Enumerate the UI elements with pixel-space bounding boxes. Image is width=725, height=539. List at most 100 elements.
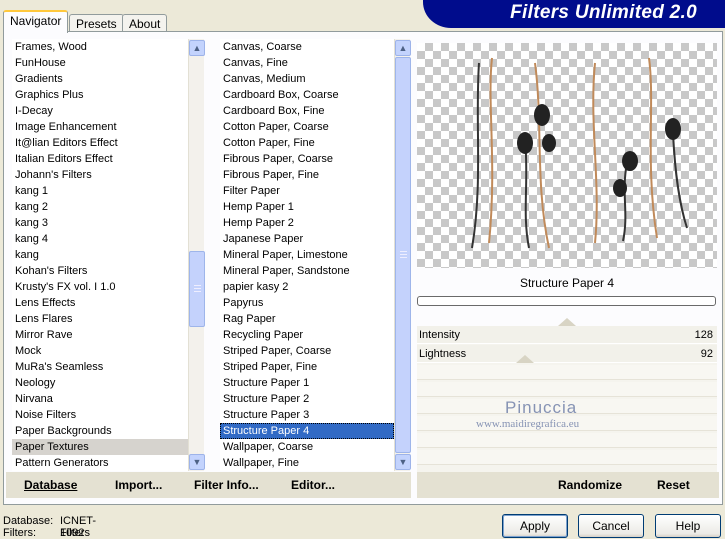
scroll-thumb[interactable] <box>189 251 205 327</box>
scroll-down-button[interactable]: ▼ <box>189 454 205 470</box>
filter-list[interactable]: Canvas, Coarse Canvas, Fine Canvas, Medium… <box>220 39 394 471</box>
list-item[interactable]: kang 4 <box>12 231 188 247</box>
list-item[interactable]: Paper Backgrounds <box>12 423 188 439</box>
list-item[interactable]: Structure Paper 4 <box>220 423 394 439</box>
list-item[interactable]: Structure Paper 1 <box>220 375 394 391</box>
list-item[interactable]: MuRa's Seamless <box>12 359 188 375</box>
database-label: Database: <box>3 515 54 527</box>
filters-status: Filters: 1092 <box>3 527 84 539</box>
list-item[interactable]: Wallpaper, Fine <box>220 455 394 471</box>
list-item[interactable]: Neology <box>12 375 188 391</box>
list-item[interactable]: Graphics Plus <box>12 87 188 103</box>
list-item[interactable]: Cotton Paper, Fine <box>220 135 394 151</box>
filter-info-button[interactable]: Filter Info... <box>194 478 259 492</box>
param-row-lightness[interactable]: Lightness 92 <box>417 345 717 363</box>
list-item[interactable]: Recycling Paper <box>220 327 394 343</box>
param-row-intensity[interactable]: Intensity 128 <box>417 326 717 344</box>
list-item[interactable]: Noise Filters <box>12 407 188 423</box>
list-item[interactable]: Pattern Generators <box>12 455 188 471</box>
cancel-button[interactable]: Cancel <box>578 514 644 538</box>
list-item[interactable]: Frames, Wood <box>12 39 188 55</box>
list-item[interactable]: Kohan's Filters <box>12 263 188 279</box>
param-label: Lightness <box>419 348 467 360</box>
list-item[interactable]: Canvas, Medium <box>220 71 394 87</box>
help-button[interactable]: Help <box>655 514 721 538</box>
scroll-down-button[interactable]: ▼ <box>395 454 411 470</box>
list-item[interactable]: Cardboard Box, Coarse <box>220 87 394 103</box>
left-toolbar: Database Import... Filter Info... Editor… <box>6 472 411 498</box>
selected-filter-name: Structure Paper 4 <box>519 276 615 290</box>
list-item[interactable]: It@lian Editors Effect <box>12 135 188 151</box>
randomize-button[interactable]: Randomize <box>558 478 622 492</box>
list-item[interactable]: Fibrous Paper, Fine <box>220 167 394 183</box>
list-item[interactable]: Filter Paper <box>220 183 394 199</box>
list-item[interactable]: Canvas, Coarse <box>220 39 394 55</box>
tab-navigator[interactable]: Navigator <box>3 10 69 33</box>
editor-button[interactable]: Editor... <box>291 478 335 492</box>
empty-param-row <box>417 382 717 397</box>
slider-handle-intensity[interactable] <box>558 318 576 326</box>
list-item[interactable]: Mock <box>12 343 188 359</box>
category-scrollbar[interactable]: ▲ ▼ <box>188 39 205 471</box>
list-item[interactable]: Mineral Paper, Limestone <box>220 247 394 263</box>
title-banner: Filters Unlimited 2.0 <box>423 0 725 28</box>
scroll-up-button[interactable]: ▲ <box>395 40 411 56</box>
scroll-up-button[interactable]: ▲ <box>189 40 205 56</box>
list-item[interactable]: Paper Textures <box>12 439 188 455</box>
apply-button[interactable]: Apply <box>502 514 568 538</box>
list-item[interactable]: FunHouse <box>12 55 188 71</box>
list-item[interactable]: Cotton Paper, Coarse <box>220 119 394 135</box>
list-item[interactable]: Hemp Paper 2 <box>220 215 394 231</box>
param-label: Intensity <box>419 329 460 341</box>
list-item[interactable]: Hemp Paper 1 <box>220 199 394 215</box>
watermark-name: Pinuccia <box>505 398 578 417</box>
reset-button[interactable]: Reset <box>657 478 690 492</box>
tab-about[interactable]: About <box>122 14 168 32</box>
list-item[interactable]: Structure Paper 3 <box>220 407 394 423</box>
list-item[interactable]: kang 1 <box>12 183 188 199</box>
list-item[interactable]: Mineral Paper, Sandstone <box>220 263 394 279</box>
list-item[interactable]: Canvas, Fine <box>220 55 394 71</box>
category-list[interactable]: Frames, Wood FunHouse Gradients Graphics Pl… <box>12 39 188 471</box>
import-button[interactable]: Import... <box>115 478 162 492</box>
list-item[interactable]: Fibrous Paper, Coarse <box>220 151 394 167</box>
list-item[interactable]: Gradients <box>12 71 188 87</box>
list-item[interactable]: Lens Effects <box>12 295 188 311</box>
list-item[interactable]: kang <box>12 247 188 263</box>
list-item[interactable]: Rag Paper <box>220 311 394 327</box>
right-toolbar: Randomize Reset <box>417 472 719 498</box>
list-item[interactable]: Italian Editors Effect <box>12 151 188 167</box>
list-item[interactable]: Krusty's FX vol. I 1.0 <box>12 279 188 295</box>
preview-image <box>417 43 717 268</box>
filter-scrollbar[interactable]: ▲ ▼ <box>394 39 411 471</box>
list-item[interactable]: Striped Paper, Coarse <box>220 343 394 359</box>
filters-count: 1092 <box>60 527 85 539</box>
database-button[interactable]: Database <box>24 478 77 492</box>
app-title: Filters Unlimited 2.0 <box>510 2 697 23</box>
list-item[interactable]: papier kasy 2 <box>220 279 394 295</box>
slider-handle-lightness[interactable] <box>516 355 534 363</box>
preview-illustration <box>471 57 688 249</box>
list-item[interactable]: Johann's Filters <box>12 167 188 183</box>
tab-presets[interactable]: Presets <box>69 14 124 32</box>
param-value: 92 <box>700 348 713 360</box>
list-item[interactable]: Structure Paper 2 <box>220 391 394 407</box>
empty-param-row <box>417 365 717 380</box>
list-item[interactable]: I-Decay <box>12 103 188 119</box>
empty-param-row <box>417 450 717 465</box>
list-item[interactable]: Papyrus <box>220 295 394 311</box>
list-item[interactable]: Cardboard Box, Fine <box>220 103 394 119</box>
list-item[interactable]: kang 3 <box>12 215 188 231</box>
list-item[interactable]: kang 2 <box>12 199 188 215</box>
list-item[interactable]: Wallpaper, Coarse <box>220 439 394 455</box>
scroll-thumb[interactable] <box>395 57 411 453</box>
progress-bar <box>417 296 716 306</box>
list-item[interactable]: Image Enhancement <box>12 119 188 135</box>
filters-label: Filters: <box>3 527 36 539</box>
empty-param-row <box>417 433 717 448</box>
list-item[interactable]: Striped Paper, Fine <box>220 359 394 375</box>
list-item[interactable]: Japanese Paper <box>220 231 394 247</box>
list-item[interactable]: Lens Flares <box>12 311 188 327</box>
list-item[interactable]: Nirvana <box>12 391 188 407</box>
list-item[interactable]: Mirror Rave <box>12 327 188 343</box>
